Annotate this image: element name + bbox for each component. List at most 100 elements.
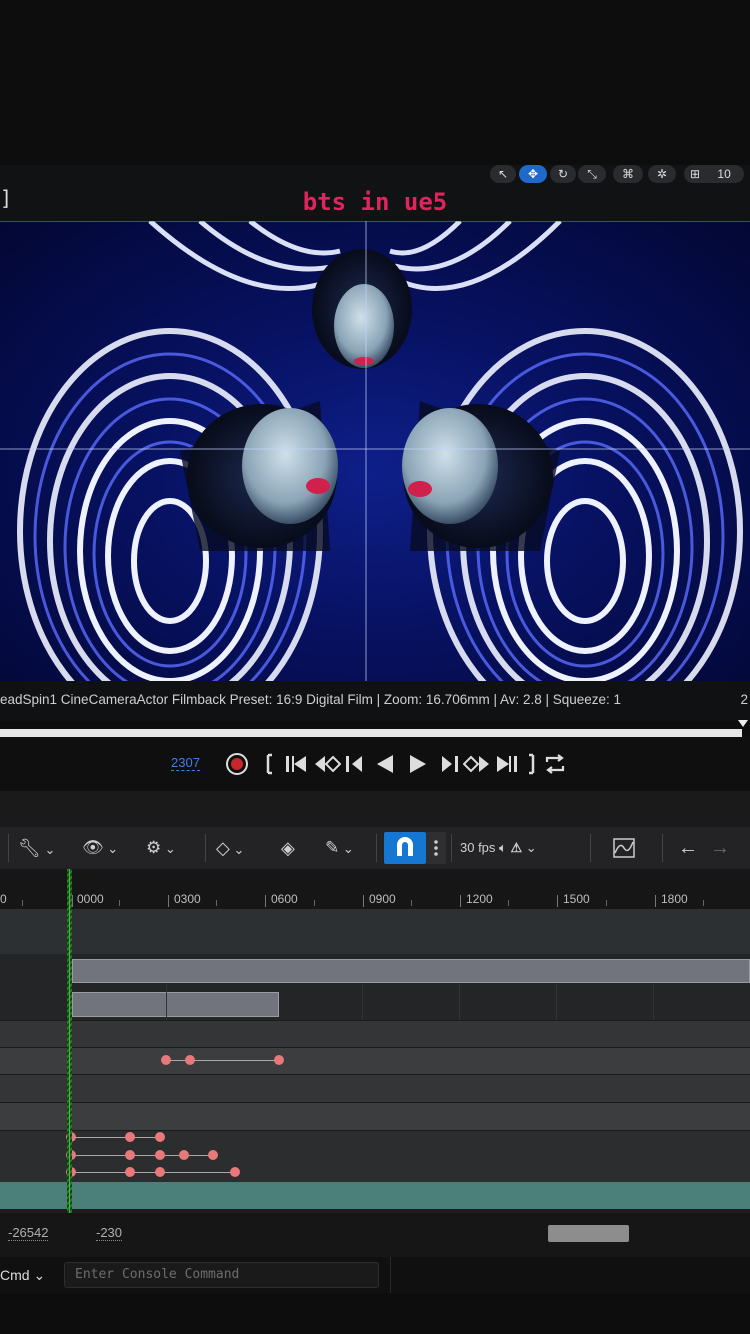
track-row[interactable] bbox=[0, 1047, 750, 1074]
jump-to-end-icon[interactable] bbox=[523, 751, 539, 777]
camera-info-bar: eadSpin1 CineCameraActor Filmback Preset… bbox=[0, 681, 750, 721]
cmd-dropdown[interactable]: Cmd ⌄ bbox=[0, 1267, 45, 1284]
next-key-icon[interactable] bbox=[463, 751, 491, 777]
step-back-frames-icon[interactable] bbox=[284, 751, 310, 777]
current-frame[interactable]: 2307 bbox=[171, 755, 200, 771]
step-back-icon[interactable] bbox=[344, 751, 364, 777]
shot-section[interactable] bbox=[72, 959, 750, 983]
auto-key-button[interactable]: ◈ bbox=[281, 833, 295, 863]
console-input[interactable]: Enter Console Command bbox=[64, 1262, 379, 1288]
keyframe[interactable] bbox=[155, 1167, 165, 1177]
timeline-scrollbar[interactable] bbox=[548, 1225, 629, 1242]
ruler-tick bbox=[460, 895, 461, 907]
fps-label: 30 fps bbox=[460, 840, 496, 855]
step-forward-frames-icon[interactable] bbox=[493, 751, 519, 777]
chevron-down-icon: ⌄ bbox=[103, 841, 119, 856]
keyframe[interactable] bbox=[179, 1150, 189, 1160]
ruler-tick bbox=[363, 895, 364, 907]
cursor-gear-icon: ⚙ bbox=[146, 838, 162, 857]
key-interp-dropdown[interactable]: ◇ ⌄ bbox=[216, 833, 244, 863]
range-start[interactable]: -26542 bbox=[8, 1225, 49, 1241]
scale-mode-icon[interactable]: ⤡ bbox=[578, 165, 606, 183]
step-forward-icon[interactable] bbox=[440, 751, 460, 777]
ruler-label: 0600 bbox=[271, 892, 298, 906]
range-bar: -26542 -230 bbox=[0, 1213, 750, 1257]
loop-icon[interactable] bbox=[543, 751, 567, 777]
keyframe[interactable] bbox=[125, 1167, 135, 1177]
forward-arrow-icon[interactable]: → bbox=[710, 833, 730, 863]
edit-mode-dropdown[interactable]: ✎ ⌄ bbox=[325, 833, 354, 863]
chevron-down-icon: ⌄ bbox=[339, 841, 354, 856]
keyframe[interactable] bbox=[185, 1055, 195, 1065]
rotate-mode-icon[interactable]: ↻ bbox=[550, 165, 576, 183]
prev-key-icon[interactable] bbox=[313, 751, 341, 777]
keyframe[interactable] bbox=[155, 1132, 165, 1142]
settings-dropdown[interactable]: 🔧︎ ⌄ bbox=[18, 833, 55, 863]
grid-icon: ⊞ bbox=[690, 167, 701, 181]
chevron-down-icon: ⌄ bbox=[33, 1267, 46, 1283]
frame-rate-dropdown[interactable]: 30 fps 🔈︎ ⚠ ⌄ bbox=[460, 833, 537, 863]
timeline-ruler[interactable]: 0 0000 0300 0600 0900 1200 1500 1800 bbox=[0, 869, 750, 909]
sub-section[interactable] bbox=[72, 992, 279, 1017]
grid-line bbox=[166, 984, 167, 1020]
play-reverse-icon[interactable] bbox=[373, 751, 395, 777]
keyframe[interactable] bbox=[208, 1150, 218, 1160]
track-row[interactable] bbox=[0, 1074, 750, 1102]
key-span bbox=[71, 1155, 214, 1156]
cmd-label: Cmd bbox=[0, 1267, 30, 1283]
keyframe[interactable] bbox=[274, 1055, 284, 1065]
toolbar-separator bbox=[590, 834, 591, 862]
jump-to-start-icon[interactable] bbox=[262, 751, 278, 777]
back-arrow-icon[interactable]: ← bbox=[678, 833, 698, 863]
warning-icon: ⚠ bbox=[510, 840, 523, 855]
camera-cut-track[interactable] bbox=[0, 1182, 750, 1209]
track-row[interactable] bbox=[0, 909, 750, 954]
viewport-scrub-track[interactable] bbox=[0, 729, 742, 737]
chevron-down-icon: ⌄ bbox=[229, 842, 245, 857]
grid-line bbox=[362, 984, 363, 1020]
snap-options-button[interactable] bbox=[426, 832, 446, 864]
keyframe[interactable] bbox=[125, 1132, 135, 1142]
translate-mode-icon[interactable]: ✥ bbox=[519, 165, 547, 183]
chevron-down-icon: ⌄ bbox=[40, 842, 56, 857]
scrub-end-marker-icon[interactable] bbox=[738, 720, 748, 728]
grid-line bbox=[459, 984, 460, 1020]
ruler-minor-tick bbox=[508, 900, 509, 906]
camera-info-right: 2 bbox=[740, 692, 748, 707]
eye-icon: 👁︎ bbox=[82, 838, 104, 857]
scene-render bbox=[0, 221, 750, 681]
ruler-minor-tick bbox=[216, 900, 217, 906]
ruler-label: 1800 bbox=[661, 892, 688, 906]
select-mode-icon[interactable]: ↖ bbox=[490, 165, 516, 183]
keyframe[interactable] bbox=[125, 1150, 135, 1160]
audio-icon: 🔈︎ bbox=[499, 840, 507, 855]
key-diamond-icon: ◈ bbox=[281, 838, 295, 858]
grid-line bbox=[556, 984, 557, 1020]
key-span bbox=[166, 1060, 280, 1061]
wrench-icon: 🔧︎ bbox=[18, 838, 41, 858]
grid-snap-button[interactable]: ⊞ 10 bbox=[684, 165, 744, 183]
selection-dropdown[interactable]: ⚙ ⌄ bbox=[146, 833, 176, 863]
keyframe[interactable] bbox=[161, 1055, 171, 1065]
view-dropdown[interactable]: 👁︎ ⌄ bbox=[82, 833, 118, 863]
curve-editor-button[interactable] bbox=[612, 833, 636, 863]
ruler-label: 1500 bbox=[563, 892, 590, 906]
record-button[interactable] bbox=[224, 751, 250, 777]
ruler-tick bbox=[168, 895, 169, 907]
play-icon[interactable] bbox=[407, 751, 429, 777]
camera-viewport[interactable] bbox=[0, 221, 750, 681]
curve-editor-icon bbox=[613, 838, 635, 858]
snap-toggle-button[interactable] bbox=[384, 832, 426, 864]
keyframe[interactable] bbox=[155, 1150, 165, 1160]
keyframe[interactable] bbox=[230, 1167, 240, 1177]
track-row[interactable] bbox=[0, 1102, 750, 1130]
console-divider bbox=[390, 1257, 391, 1293]
ruler-minor-tick bbox=[22, 900, 23, 906]
diamond-icon: ◇ bbox=[216, 838, 230, 858]
camera-speed-icon[interactable]: ⌘ bbox=[613, 165, 643, 183]
ruler-minor-tick bbox=[314, 900, 315, 906]
range-end[interactable]: -230 bbox=[96, 1225, 123, 1241]
ruler-label: 0300 bbox=[174, 892, 201, 906]
surface-snap-icon[interactable]: ✲ bbox=[648, 165, 676, 183]
track-row[interactable] bbox=[0, 1020, 750, 1047]
